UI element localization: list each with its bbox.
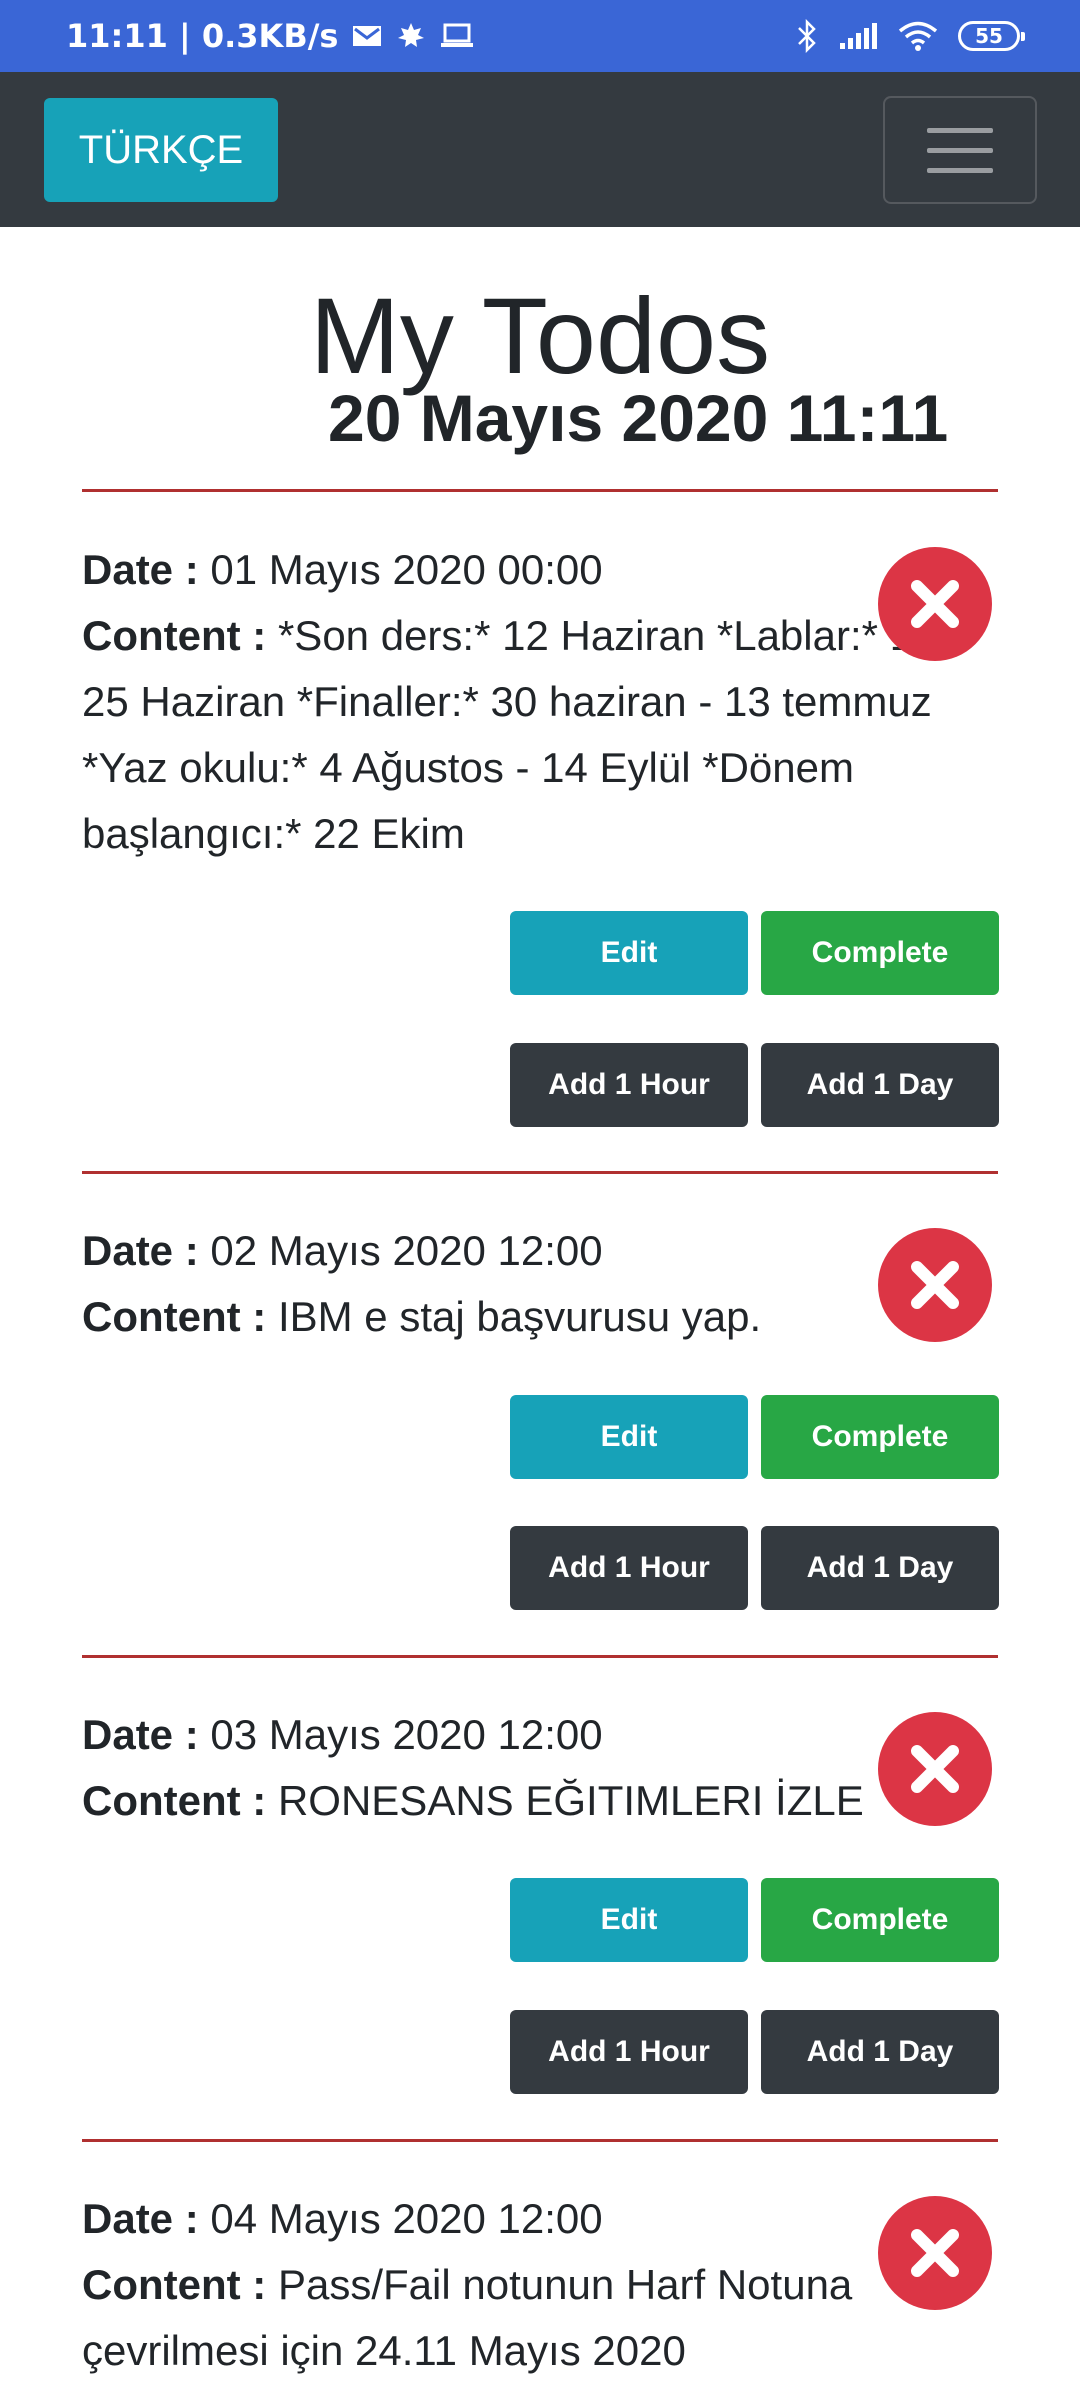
date-value: 03 Mayıs 2020 12:00	[198, 1711, 603, 1758]
todo-item: Date : 02 Mayıs 2020 12:00 Content : IBM…	[82, 1218, 998, 1350]
date-label: Date :	[82, 1227, 199, 1274]
todo-date: Date : 01 Mayıs 2020 00:00	[82, 537, 998, 603]
content-value: IBM e staj başvurusu yap.	[266, 1293, 762, 1340]
divider	[82, 1171, 998, 1174]
hamburger-icon	[927, 147, 993, 153]
wifi-icon	[898, 16, 938, 56]
delete-button[interactable]	[878, 547, 992, 661]
date-value: 04 Mayıs 2020 12:00	[198, 2195, 603, 2242]
navbar: TÜRKÇE	[0, 72, 1080, 227]
date-label: Date :	[82, 546, 199, 593]
battery-level: 55	[975, 24, 1003, 48]
date-value: 01 Mayıs 2020 00:00	[198, 546, 603, 593]
todo-date: Date : 04 Mayıs 2020 12:00	[82, 2186, 998, 2252]
date-value: 02 Mayıs 2020 12:00	[198, 1227, 603, 1274]
hamburger-icon	[927, 127, 993, 133]
content-label: Content :	[82, 1777, 267, 1824]
edit-button[interactable]: Edit	[510, 911, 748, 995]
add-hour-button[interactable]: Add 1 Hour	[510, 1043, 748, 1127]
divider	[82, 2139, 998, 2142]
todo-content: Content : IBM e staj başvurusu yap.	[82, 1284, 982, 1350]
current-datetime: 20 Mayıs 2020 11:11	[328, 381, 949, 455]
edit-button[interactable]: Edit	[510, 1878, 748, 1962]
complete-button[interactable]: Complete	[761, 1395, 999, 1479]
bluetooth-icon	[796, 16, 818, 56]
todo-date: Date : 03 Mayıs 2020 12:00	[82, 1702, 998, 1768]
content-value: RONESANS EĞITIMLERI İZLE	[266, 1777, 864, 1824]
todo-item: Date : 04 Mayıs 2020 12:00 Content : Pas…	[82, 2186, 998, 2384]
content-label: Content :	[82, 612, 267, 659]
divider	[82, 1655, 998, 1658]
todo-item: Date : 03 Mayıs 2020 12:00 Content : RON…	[82, 1702, 998, 1834]
add-day-button[interactable]: Add 1 Day	[761, 1043, 999, 1127]
laptop-icon	[440, 16, 474, 56]
todo-content: Content : *Son ders:* 12 Haziran *Lablar…	[82, 603, 982, 867]
complete-button[interactable]: Complete	[761, 1878, 999, 1962]
battery-icon: 55	[958, 21, 1025, 51]
add-hour-button[interactable]: Add 1 Hour	[510, 2010, 748, 2094]
add-day-button[interactable]: Add 1 Day	[761, 1526, 999, 1610]
date-label: Date :	[82, 2195, 199, 2242]
status-time: 11:11 | 0.3KB/s	[66, 17, 339, 55]
todo-content: Content : RONESANS EĞITIMLERI İZLE	[82, 1768, 982, 1834]
todo-content: Content : Pass/Fail notunun Harf Notuna …	[82, 2252, 982, 2384]
todo-date: Date : 02 Mayıs 2020 12:00	[82, 1218, 998, 1284]
edit-button[interactable]: Edit	[510, 1395, 748, 1479]
close-icon	[911, 1261, 959, 1309]
signal-icon	[838, 16, 878, 56]
add-hour-button[interactable]: Add 1 Hour	[510, 1526, 748, 1610]
content-label: Content :	[82, 2261, 267, 2308]
mail-icon	[352, 16, 382, 56]
divider	[82, 489, 998, 492]
todo-item: Date : 01 Mayıs 2020 00:00 Content : *So…	[82, 537, 998, 867]
complete-button[interactable]: Complete	[761, 911, 999, 995]
delete-button[interactable]	[878, 2196, 992, 2310]
add-day-button[interactable]: Add 1 Day	[761, 2010, 999, 2094]
leaf-icon	[396, 16, 426, 56]
hamburger-icon	[927, 167, 993, 173]
close-icon	[911, 2229, 959, 2277]
close-icon	[911, 580, 959, 628]
language-button[interactable]: TÜRKÇE	[44, 98, 278, 202]
status-bar: 11:11 | 0.3KB/s 55	[0, 0, 1080, 72]
delete-button[interactable]	[878, 1712, 992, 1826]
menu-toggle-button[interactable]	[883, 96, 1037, 204]
close-icon	[911, 1745, 959, 1793]
content-label: Content :	[82, 1293, 267, 1340]
delete-button[interactable]	[878, 1228, 992, 1342]
date-label: Date :	[82, 1711, 199, 1758]
